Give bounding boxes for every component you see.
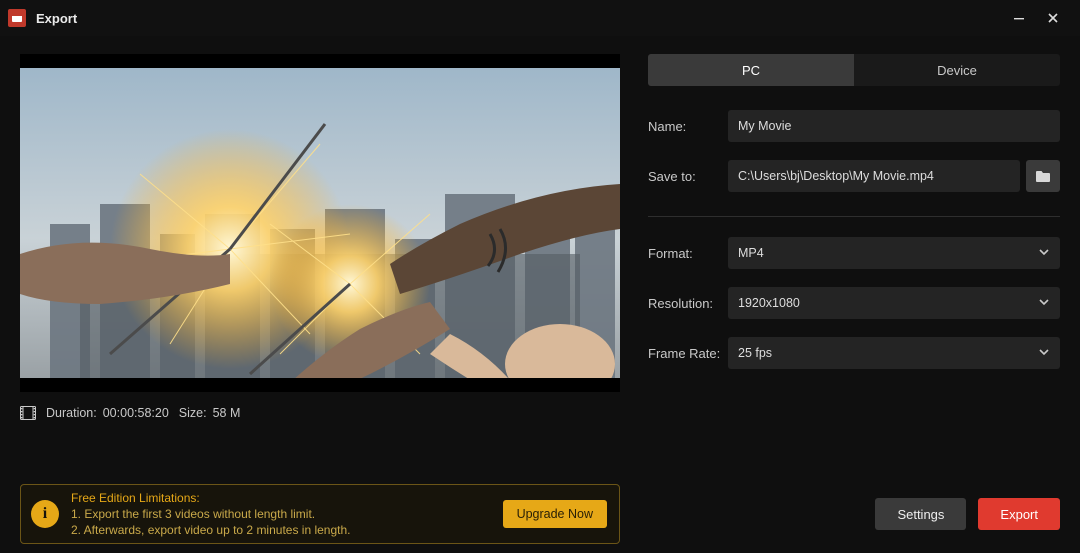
browse-button[interactable] bbox=[1026, 160, 1060, 192]
duration-value: 00:00:58:20 bbox=[103, 406, 169, 420]
minimize-button[interactable] bbox=[1002, 0, 1036, 36]
format-value: MP4 bbox=[738, 246, 764, 260]
name-input[interactable] bbox=[728, 110, 1060, 142]
info-icon: i bbox=[31, 500, 59, 528]
limitations-banner: i Free Edition Limitations: 1. Export th… bbox=[20, 484, 620, 544]
upgrade-button[interactable]: Upgrade Now bbox=[503, 500, 607, 528]
close-button[interactable] bbox=[1036, 0, 1070, 36]
saveto-label: Save to: bbox=[648, 169, 728, 184]
format-select[interactable]: MP4 bbox=[728, 237, 1060, 269]
framerate-select[interactable]: 25 fps bbox=[728, 337, 1060, 369]
limitations-line1: 1. Export the first 3 videos without len… bbox=[71, 507, 315, 521]
framerate-label: Frame Rate: bbox=[648, 346, 728, 361]
preview-meta: Duration: 00:00:58:20 Size: 58 M bbox=[20, 406, 620, 420]
resolution-select[interactable]: 1920x1080 bbox=[728, 287, 1060, 319]
minimize-icon bbox=[1013, 12, 1025, 24]
export-button[interactable]: Export bbox=[978, 498, 1060, 530]
video-preview bbox=[20, 54, 620, 392]
content-area: Duration: 00:00:58:20 Size: 58 M PC Devi… bbox=[0, 36, 1080, 464]
footer-bar: i Free Edition Limitations: 1. Export th… bbox=[0, 475, 1080, 553]
title-bar: Export bbox=[0, 0, 1080, 36]
resolution-label: Resolution: bbox=[648, 296, 728, 311]
size-label: Size: bbox=[179, 406, 207, 420]
resolution-value: 1920x1080 bbox=[738, 296, 800, 310]
preview-panel: Duration: 00:00:58:20 Size: 58 M bbox=[20, 54, 620, 464]
export-settings-panel: PC Device Name: Save to: bbox=[620, 54, 1060, 464]
settings-button[interactable]: Settings bbox=[875, 498, 966, 530]
close-icon bbox=[1047, 12, 1059, 24]
chevron-down-icon bbox=[1038, 346, 1050, 361]
app-logo-icon bbox=[8, 9, 26, 27]
window-title: Export bbox=[36, 11, 77, 26]
limitations-header: Free Edition Limitations: bbox=[71, 491, 200, 505]
chevron-down-icon bbox=[1038, 246, 1050, 261]
framerate-value: 25 fps bbox=[738, 346, 772, 360]
saveto-input[interactable] bbox=[728, 160, 1020, 192]
tab-device[interactable]: Device bbox=[854, 54, 1060, 86]
format-label: Format: bbox=[648, 246, 728, 261]
limitations-line2: 2. Afterwards, export video up to 2 minu… bbox=[71, 523, 351, 537]
duration-label: Duration: bbox=[46, 406, 97, 420]
chevron-down-icon bbox=[1038, 296, 1050, 311]
folder-icon bbox=[1035, 169, 1051, 183]
target-tabs: PC Device bbox=[648, 54, 1060, 86]
tab-pc[interactable]: PC bbox=[648, 54, 854, 86]
limitations-text: Free Edition Limitations: 1. Export the … bbox=[71, 490, 491, 539]
divider bbox=[648, 216, 1060, 217]
film-icon bbox=[20, 406, 36, 420]
size-value: 58 M bbox=[213, 406, 241, 420]
name-label: Name: bbox=[648, 119, 728, 134]
